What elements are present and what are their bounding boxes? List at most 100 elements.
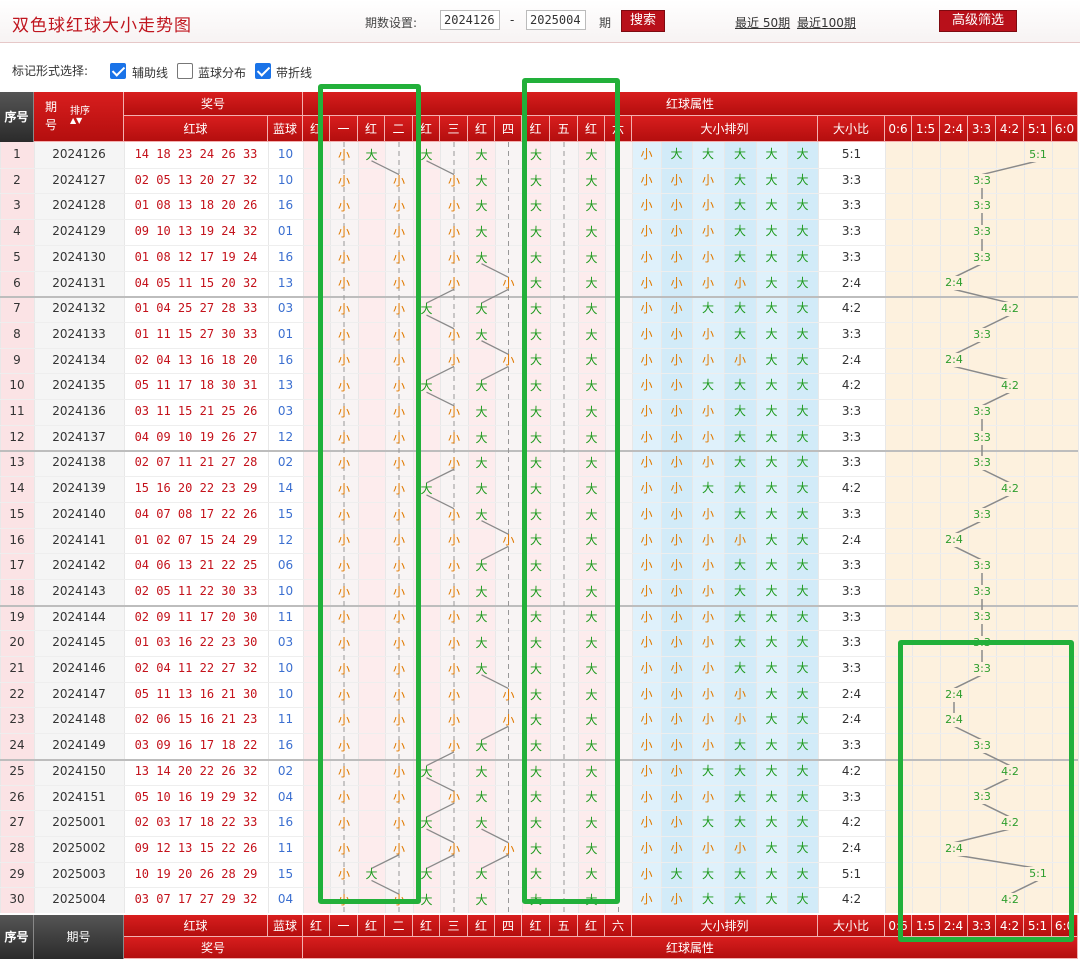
arrangement-cell: 大 bbox=[765, 249, 778, 264]
trend-segment bbox=[981, 160, 1039, 176]
big-mark: 大 bbox=[529, 404, 542, 419]
big-mark: 大 bbox=[475, 661, 488, 676]
trend-segment bbox=[371, 854, 400, 870]
trend-segment bbox=[481, 545, 509, 561]
trend-segment bbox=[1009, 879, 1039, 895]
trend-segment bbox=[953, 545, 983, 561]
small-mark: 小 bbox=[502, 687, 515, 702]
trend-segment bbox=[953, 262, 983, 279]
arrangement-cell: 大 bbox=[733, 429, 746, 444]
arrangement-cell: 大 bbox=[765, 198, 778, 213]
ratio-mark: 2:4 bbox=[941, 841, 967, 856]
arrangement-cell: 大 bbox=[765, 532, 778, 547]
small-mark: 小 bbox=[392, 661, 405, 676]
row-blue-ball: 13 bbox=[277, 275, 294, 290]
big-mark: 大 bbox=[475, 404, 488, 419]
ratio-mark: 3:3 bbox=[969, 430, 995, 445]
arrangement-cell: 大 bbox=[796, 455, 809, 470]
row-seq: 12 bbox=[9, 429, 25, 444]
row-red-balls: 03 09 16 17 18 22 bbox=[134, 738, 258, 753]
arrangement-cell: 小 bbox=[701, 198, 714, 213]
trend-segment bbox=[953, 828, 1011, 844]
small-mark: 小 bbox=[447, 610, 460, 625]
arrangement-cell: 大 bbox=[701, 892, 714, 907]
row-blue-ball: 02 bbox=[277, 455, 294, 470]
arrangement-cell: 小 bbox=[701, 609, 714, 624]
trend-segment bbox=[481, 365, 509, 381]
row-period: 2024131 bbox=[52, 275, 106, 290]
arrangement-cell: 大 bbox=[733, 609, 746, 624]
small-mark: 小 bbox=[392, 199, 405, 214]
arrangement-cell: 大 bbox=[733, 455, 746, 470]
arrangement-cell: 小 bbox=[640, 712, 653, 727]
arrangement-cell: 大 bbox=[765, 172, 778, 187]
big-mark: 大 bbox=[529, 456, 542, 471]
ratio-mark: 3:3 bbox=[969, 250, 995, 265]
arrangement-cell: 大 bbox=[796, 249, 809, 264]
small-mark: 小 bbox=[447, 250, 460, 265]
trend-segment bbox=[426, 494, 455, 510]
big-mark: 大 bbox=[529, 661, 542, 676]
footer-pos-2: 红 bbox=[358, 915, 385, 937]
row-seq: 7 bbox=[13, 301, 21, 316]
row-blue-ball: 01 bbox=[277, 326, 294, 341]
row-seq: 9 bbox=[13, 352, 21, 367]
big-mark: 大 bbox=[475, 893, 488, 908]
arrangement-cell: 大 bbox=[796, 738, 809, 753]
arrangement-cell: 小 bbox=[701, 275, 714, 290]
arrangement-cell: 大 bbox=[733, 558, 746, 573]
arrangement-cell: 小 bbox=[670, 455, 683, 470]
arrangement-cell: 大 bbox=[796, 866, 809, 881]
row-seq: 15 bbox=[9, 506, 25, 521]
row-red-balls: 01 11 15 27 30 33 bbox=[134, 326, 258, 341]
arrangement-cell: 小 bbox=[640, 815, 653, 830]
footer-pos-0: 红 bbox=[303, 915, 330, 937]
row-period: 2025004 bbox=[52, 892, 106, 907]
arrangement-cell: 小 bbox=[670, 840, 683, 855]
arrangement-cell: 小 bbox=[640, 558, 653, 573]
trend-segment bbox=[371, 160, 400, 176]
row-ratio: 4:2 bbox=[841, 301, 862, 316]
small-mark: 小 bbox=[502, 841, 515, 856]
small-mark: 小 bbox=[337, 790, 350, 805]
big-mark: 大 bbox=[529, 224, 542, 239]
row-period: 2024135 bbox=[52, 378, 106, 393]
big-mark: 大 bbox=[365, 867, 378, 882]
row-period: 2024129 bbox=[52, 224, 106, 239]
arrangement-cell: 大 bbox=[765, 789, 778, 804]
arrangement-cell: 大 bbox=[796, 301, 809, 316]
row-blue-ball: 10 bbox=[277, 661, 294, 675]
small-mark: 小 bbox=[447, 404, 460, 419]
arrangement-cell: 小 bbox=[701, 352, 714, 367]
ratio-mark: 5:1 bbox=[1025, 867, 1051, 882]
big-mark: 大 bbox=[475, 481, 488, 496]
trend-segment bbox=[981, 494, 1011, 510]
trend-segment bbox=[981, 776, 1011, 793]
small-mark: 小 bbox=[337, 559, 350, 574]
row-blue-ball: 16 bbox=[277, 738, 294, 753]
big-mark: 大 bbox=[475, 302, 488, 317]
arrangement-cell: 小 bbox=[670, 352, 683, 367]
arrangement-cell: 大 bbox=[796, 481, 809, 496]
row-blue-ball: 10 bbox=[277, 583, 294, 598]
small-mark: 小 bbox=[337, 661, 350, 676]
arrangement-cell: 大 bbox=[796, 840, 809, 855]
big-mark: 大 bbox=[529, 199, 542, 214]
arrangement-cell: 大 bbox=[765, 378, 778, 393]
row-period: 2024134 bbox=[52, 352, 106, 367]
big-mark: 大 bbox=[420, 867, 433, 882]
arrangement-cell: 小 bbox=[701, 738, 714, 753]
arrangement-cell: 小 bbox=[670, 172, 683, 187]
small-mark: 小 bbox=[447, 224, 460, 239]
footer-arrangement: 大小排列 bbox=[632, 915, 818, 937]
arrangement-cell: 大 bbox=[796, 326, 809, 341]
row-red-balls: 04 05 11 15 20 32 bbox=[134, 275, 258, 290]
trend-segment bbox=[426, 468, 455, 484]
arrangement-cell: 大 bbox=[765, 429, 778, 444]
trend-segment bbox=[426, 314, 455, 330]
footer-pos-7: 四 bbox=[495, 915, 522, 937]
trend-segment bbox=[981, 802, 1011, 818]
big-mark: 大 bbox=[585, 559, 598, 574]
arrangement-cell: 大 bbox=[765, 301, 778, 316]
small-mark: 小 bbox=[337, 481, 350, 496]
